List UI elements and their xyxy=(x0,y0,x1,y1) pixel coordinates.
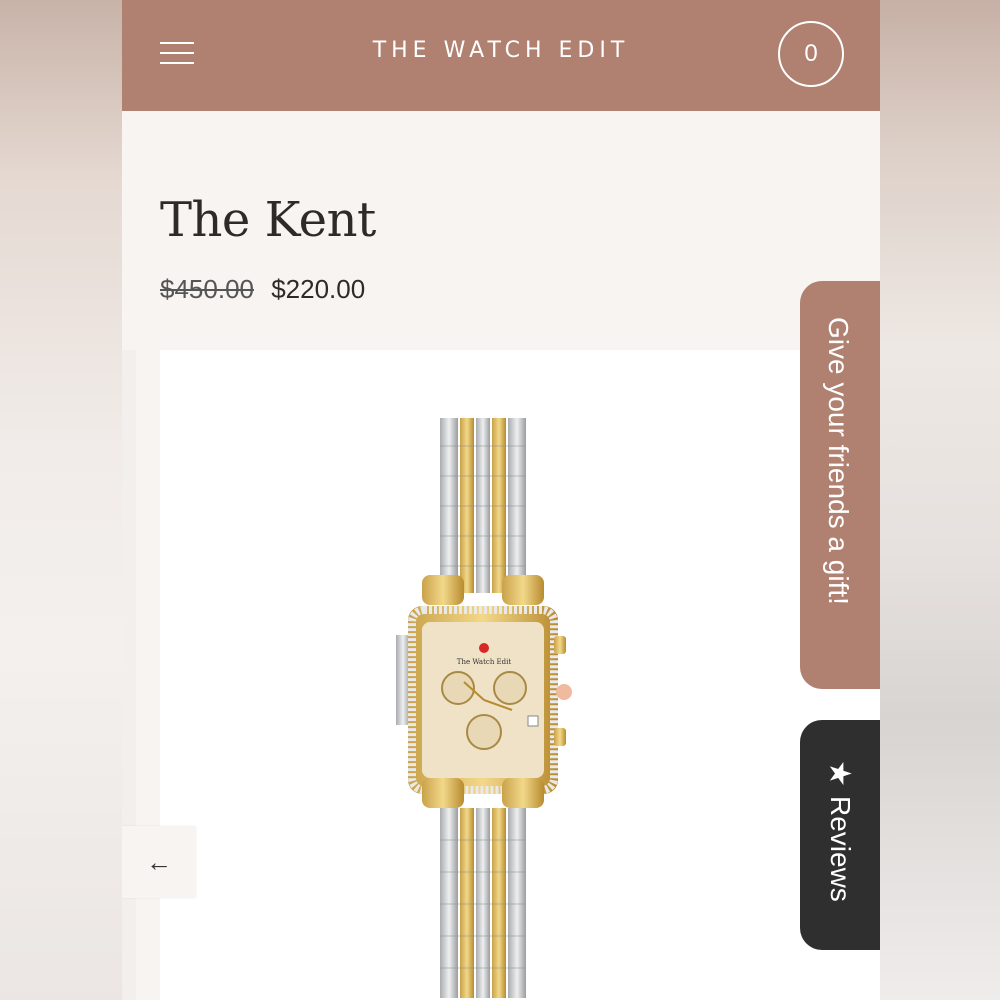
gift-referral-tab[interactable]: Give your friends a gift! xyxy=(800,281,880,689)
dial-brand-text: The Watch Edit xyxy=(457,658,512,666)
sale-price: $220.00 xyxy=(271,274,366,304)
price-row: $450.00 $220.00 xyxy=(160,274,365,305)
site-header: THE WATCH EDIT 0 xyxy=(122,0,880,111)
reviews-tab[interactable]: ★ Reviews xyxy=(800,720,880,950)
star-icon: ★ xyxy=(822,760,856,787)
cart-button[interactable]: 0 xyxy=(778,21,844,87)
original-price: $450.00 xyxy=(160,274,254,304)
background-blur-left xyxy=(0,0,122,1000)
gallery-prev-button[interactable]: ← xyxy=(122,826,196,898)
bracelet-upper xyxy=(440,418,526,593)
brand-logo[interactable]: THE WATCH EDIT xyxy=(122,38,880,63)
product-image[interactable]: The Watch Edit xyxy=(382,410,582,1000)
gift-tab-label: Give your friends a gift! xyxy=(823,317,854,605)
background-blur-right xyxy=(880,0,1000,1000)
reviews-tab-label: Reviews xyxy=(825,796,856,902)
watch-case: The Watch Edit xyxy=(396,575,572,808)
product-title: The Kent xyxy=(160,192,376,248)
bracelet-lower xyxy=(440,808,526,998)
phone-screen: THE WATCH EDIT 0 The Kent $450.00 $220.0… xyxy=(122,0,880,1000)
arrow-left-icon: ← xyxy=(146,847,172,877)
gallery-edge xyxy=(122,350,136,1000)
